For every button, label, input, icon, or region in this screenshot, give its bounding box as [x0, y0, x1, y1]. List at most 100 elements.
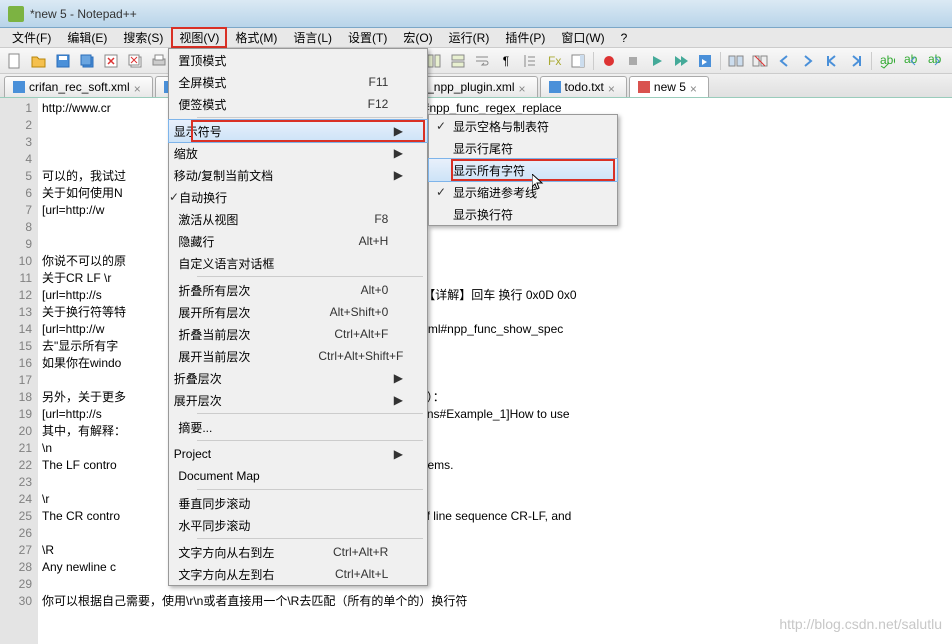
menu-shortcut: Alt+0: [318, 283, 398, 297]
menu-item[interactable]: 文字方向从右到左Ctrl+Alt+R: [169, 541, 427, 563]
menu-item[interactable]: ✓自动换行: [169, 186, 427, 208]
line-number: 18: [0, 389, 32, 406]
submenu-label: 显示缩进参考线: [453, 184, 593, 201]
menu-item[interactable]: 激活从视图F8: [169, 208, 427, 230]
menu-语言l[interactable]: 语言(L): [285, 27, 340, 48]
close-icon[interactable]: ×: [608, 82, 618, 92]
menu-文件f[interactable]: 文件(F): [4, 27, 59, 48]
code-line[interactable]: 你可以根据自己需要，使用\r\n或者直接用一个\R去匹配（所有的单个的）换行符: [42, 593, 952, 610]
menu-item[interactable]: 展开当前层次Ctrl+Alt+Shift+F: [169, 345, 427, 367]
menu-item[interactable]: 自定义语言对话框: [169, 252, 427, 274]
svg-text:Fx: Fx: [548, 54, 561, 68]
menu-label: 摘要...: [178, 419, 318, 436]
menu-设置t[interactable]: 设置(T): [340, 27, 395, 48]
submenu-arrow-icon: ▶: [394, 124, 403, 138]
menu-?[interactable]: ?: [613, 29, 636, 47]
menu-item[interactable]: 隐藏行Alt+H: [169, 230, 427, 252]
save-icon[interactable]: [52, 50, 74, 72]
show-all-chars-icon[interactable]: ¶: [495, 50, 517, 72]
submenu-item[interactable]: 显示所有字符: [428, 158, 618, 182]
menu-item[interactable]: 摘要...: [169, 416, 427, 438]
menu-label: 折叠层次: [174, 370, 314, 387]
close-file-icon[interactable]: [100, 50, 122, 72]
submenu-item[interactable]: 显示换行符: [429, 203, 617, 225]
tab[interactable]: crifan_rec_soft.xml×: [4, 76, 153, 97]
line-number: 28: [0, 559, 32, 576]
indent-guide-icon[interactable]: [519, 50, 541, 72]
menu-item[interactable]: 移动/复制当前文档▶: [169, 164, 427, 186]
menu-shortcut: F8: [318, 212, 398, 226]
mouse-cursor-icon: [532, 174, 544, 192]
menu-item[interactable]: 缩放▶: [169, 142, 427, 164]
nav-last-icon[interactable]: [845, 50, 867, 72]
svg-text:ab: ab: [928, 53, 942, 66]
menu-搜索s[interactable]: 搜索(S): [115, 27, 171, 48]
doc-map-icon[interactable]: [567, 50, 589, 72]
menu-item[interactable]: 全屏模式F11: [169, 71, 427, 93]
menu-窗口w[interactable]: 窗口(W): [553, 27, 612, 48]
spell-next-icon[interactable]: ab: [924, 50, 946, 72]
lang-icon[interactable]: Fx: [543, 50, 565, 72]
record-macro-icon[interactable]: [598, 50, 620, 72]
menu-item[interactable]: Document Map: [169, 465, 427, 487]
menu-视图v[interactable]: 视图(V): [171, 27, 227, 48]
tab-label: todo.txt: [565, 80, 604, 94]
menu-宏o[interactable]: 宏(O): [395, 27, 440, 48]
menu-item[interactable]: 水平同步滚动: [169, 514, 427, 536]
submenu-arrow-icon: ▶: [394, 371, 403, 385]
save-macro-icon[interactable]: [694, 50, 716, 72]
spellcheck-icon[interactable]: abc: [876, 50, 898, 72]
new-file-icon[interactable]: [4, 50, 26, 72]
submenu-item[interactable]: ✓显示空格与制表符: [429, 115, 617, 137]
compare-icon[interactable]: [725, 50, 747, 72]
nav-prev-icon[interactable]: [773, 50, 795, 72]
tab[interactable]: todo.txt ×: [540, 76, 627, 97]
menu-item[interactable]: 置顶模式: [169, 49, 427, 71]
submenu-item[interactable]: ✓显示缩进参考线: [429, 181, 617, 203]
menu-item[interactable]: 显示符号▶: [168, 119, 428, 143]
menu-item[interactable]: 折叠所有层次Alt+0: [169, 279, 427, 301]
menu-编辑e[interactable]: 编辑(E): [59, 27, 115, 48]
submenu-item[interactable]: 显示行尾符: [429, 137, 617, 159]
menu-label: 激活从视图: [178, 211, 318, 228]
tab[interactable]: new 5×: [629, 76, 709, 97]
sync-h-icon[interactable]: [447, 50, 469, 72]
menu-item[interactable]: 展开所有层次Alt+Shift+0: [169, 301, 427, 323]
tab-bar: crifan_rec_soft.xml×ch...×_npp_install.x…: [0, 74, 952, 98]
stop-macro-icon[interactable]: [622, 50, 644, 72]
line-number: 26: [0, 525, 32, 542]
title-bar: *new 5 - Notepad++: [0, 0, 952, 28]
nav-next-icon[interactable]: [797, 50, 819, 72]
nav-first-icon[interactable]: [821, 50, 843, 72]
spell-prev-icon[interactable]: ab: [900, 50, 922, 72]
menu-item[interactable]: Project▶: [169, 443, 427, 465]
menu-item[interactable]: 垂直同步滚动: [169, 492, 427, 514]
line-number: 2: [0, 117, 32, 134]
line-number: 30: [0, 593, 32, 610]
menu-插件p[interactable]: 插件(P): [497, 27, 553, 48]
open-file-icon[interactable]: [28, 50, 50, 72]
menu-格式m[interactable]: 格式(M): [227, 27, 285, 48]
line-number: 13: [0, 304, 32, 321]
clear-compare-icon[interactable]: [749, 50, 771, 72]
menu-item[interactable]: 便签模式F12: [169, 93, 427, 115]
close-icon[interactable]: ×: [519, 82, 529, 92]
menu-item[interactable]: 折叠当前层次Ctrl+Alt+F: [169, 323, 427, 345]
line-number: 16: [0, 355, 32, 372]
print-icon[interactable]: [148, 50, 170, 72]
save-all-icon[interactable]: [76, 50, 98, 72]
menu-item[interactable]: 折叠层次 ▶: [169, 367, 427, 389]
menu-shortcut: Ctrl+Alt+Shift+F: [318, 349, 398, 363]
close-icon[interactable]: ×: [134, 82, 144, 92]
menu-运行r[interactable]: 运行(R): [441, 27, 498, 48]
menu-label: Document Map: [178, 469, 318, 483]
menu-label: 便签模式: [178, 96, 318, 113]
close-all-icon[interactable]: [124, 50, 146, 72]
menu-item[interactable]: 展开层次▶: [169, 389, 427, 411]
menu-item[interactable]: 文字方向从左到右Ctrl+Alt+L: [169, 563, 427, 585]
play-macro-icon[interactable]: [646, 50, 668, 72]
menu-shortcut: F12: [318, 97, 398, 111]
play-multi-icon[interactable]: [670, 50, 692, 72]
close-icon[interactable]: ×: [690, 82, 700, 92]
wordwrap-icon[interactable]: [471, 50, 493, 72]
